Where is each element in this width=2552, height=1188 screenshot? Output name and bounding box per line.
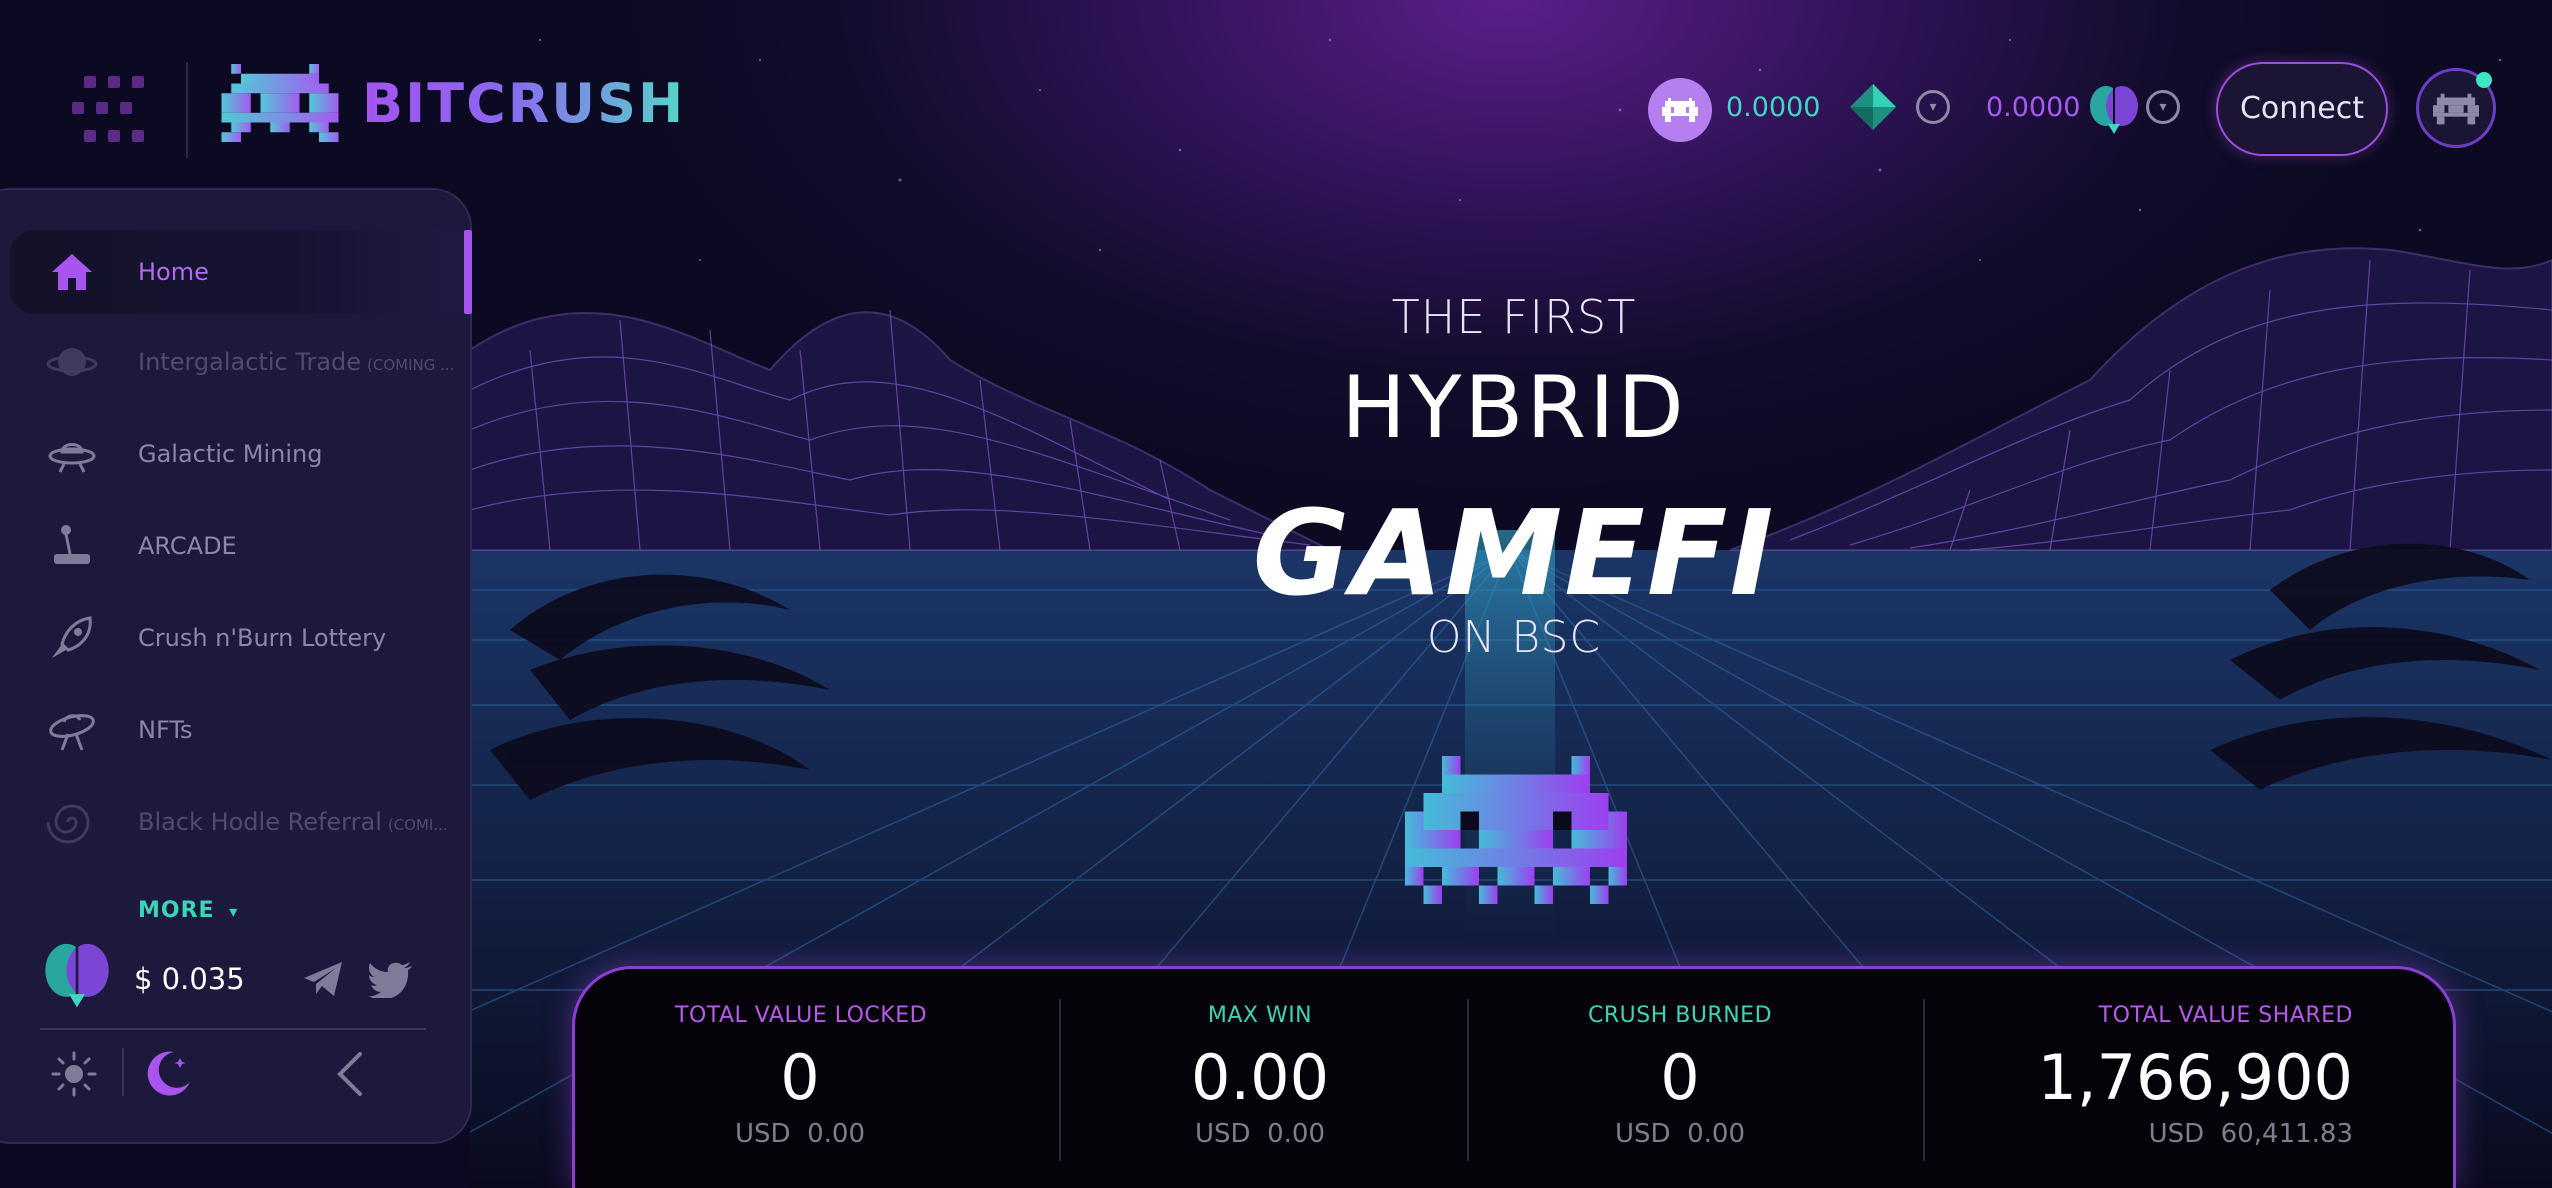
brain-token-icon	[45, 943, 109, 1008]
coming-soon-tag: (COMING ...	[367, 356, 455, 374]
stat-usd-tvs: USD 60,411.83	[2148, 1119, 2353, 1149]
stat-label-crush-burned: CRUSH BURNED	[1587, 1003, 1773, 1028]
sidebar-item-label: Home	[138, 258, 209, 286]
stat-label-tvl: TOTAL VALUE LOCKED	[675, 1003, 928, 1028]
stat-usd-tvl: USD 0.00	[735, 1119, 865, 1149]
stat-usd-max-win: USD 0.00	[1195, 1119, 1325, 1149]
collapse-sidebar-chevron-left-icon[interactable]	[334, 1050, 366, 1098]
stat-value-tvs: 1,766,900	[2037, 1041, 2353, 1114]
brain-dropdown-chevron-icon[interactable]: ▾	[2146, 90, 2180, 124]
black-hole-icon	[46, 804, 90, 844]
sidebar-item-home[interactable]: Home	[10, 230, 472, 314]
sidebar-item-label: Black Hodle Referral	[138, 808, 382, 836]
sidebar-item-nfts[interactable]: NFTs	[10, 688, 472, 772]
sidebar-item-arcade[interactable]: ARCADE	[10, 504, 472, 588]
bank-dropdown-chevron-icon[interactable]: ▾	[1916, 90, 1950, 124]
active-indicator	[464, 230, 472, 314]
sidebar-divider	[40, 1028, 426, 1030]
ufo-icon	[48, 443, 96, 473]
sidebar-item-galactic-mining[interactable]: Galactic Mining	[10, 412, 472, 496]
twitter-icon[interactable]	[368, 962, 412, 998]
more-button[interactable]: MORE ▾	[138, 898, 238, 923]
stat-value-max-win: 0.00	[1190, 1041, 1330, 1114]
planet-icon	[46, 348, 98, 376]
bank-token-icon	[1850, 84, 1896, 130]
telegram-icon[interactable]	[302, 960, 344, 998]
sidebar-item-label: NFTs	[138, 716, 193, 744]
stat-label-tvs: TOTAL VALUE SHARED	[2098, 1003, 2353, 1028]
sidebar-item-label: ARCADE	[138, 532, 237, 560]
hero-title: HYBRID	[1341, 358, 1687, 458]
sidebar-item-label: Crush n'Burn Lottery	[138, 624, 387, 652]
joystick-icon	[54, 525, 90, 564]
stats-divider	[1923, 999, 1925, 1161]
connect-wallet-button[interactable]: Connect	[2216, 62, 2388, 156]
header-divider	[186, 62, 188, 158]
chevron-down-icon: ▾	[229, 902, 239, 921]
sun-icon[interactable]	[50, 1050, 98, 1098]
online-status-dot	[2476, 72, 2492, 88]
stat-usd-crush-burned: USD 0.00	[1615, 1119, 1745, 1149]
stat-value-crush-burned: 0	[1660, 1041, 1700, 1114]
crush-balance: 0.0000	[1726, 92, 1821, 123]
stats-panel: TOTAL VALUE LOCKED 0 USD 0.00 MAX WIN 0.…	[572, 966, 2456, 1188]
hero-headline: GAMEFI	[1252, 484, 1776, 622]
stat-label-max-win: MAX WIN	[1207, 1003, 1313, 1028]
stat-value-tvl: 0	[780, 1041, 820, 1114]
hero-subtitle: ON BSC	[1426, 612, 1602, 663]
sidebar-item-intergalactic-trade[interactable]: Intergalactic Trade (COMING ...	[10, 320, 472, 404]
token-price: $ 0.035	[134, 962, 245, 996]
hero-eyebrow: THE FIRST	[1391, 290, 1637, 344]
sidebar-item-label: Intergalactic Trade	[138, 348, 362, 376]
coming-soon-tag: (COMI...	[387, 816, 448, 834]
sidebar-item-lottery[interactable]: Crush n'Burn Lottery	[10, 596, 472, 680]
rocket-icon	[52, 616, 92, 658]
sidebar-item-referral[interactable]: Black Hodle Referral (COMI...	[10, 780, 472, 864]
bitcrush-logo-icon[interactable]	[218, 64, 342, 142]
sidebar-item-label: Galactic Mining	[138, 440, 323, 468]
bank-balance: 0.0000	[1986, 92, 2081, 123]
crush-token-icon	[1648, 78, 1712, 142]
moon-icon[interactable]	[144, 1048, 194, 1098]
stats-divider	[1059, 999, 1061, 1161]
menu-grid-icon[interactable]	[68, 72, 148, 152]
brand-name[interactable]: BITCRUSH	[362, 72, 685, 135]
home-icon	[52, 254, 92, 290]
spaceship-icon	[49, 714, 95, 751]
space-invader-icon	[1405, 756, 1627, 904]
brain-token-icon	[2090, 86, 2138, 134]
stats-divider	[1467, 999, 1469, 1161]
theme-divider	[122, 1048, 124, 1096]
